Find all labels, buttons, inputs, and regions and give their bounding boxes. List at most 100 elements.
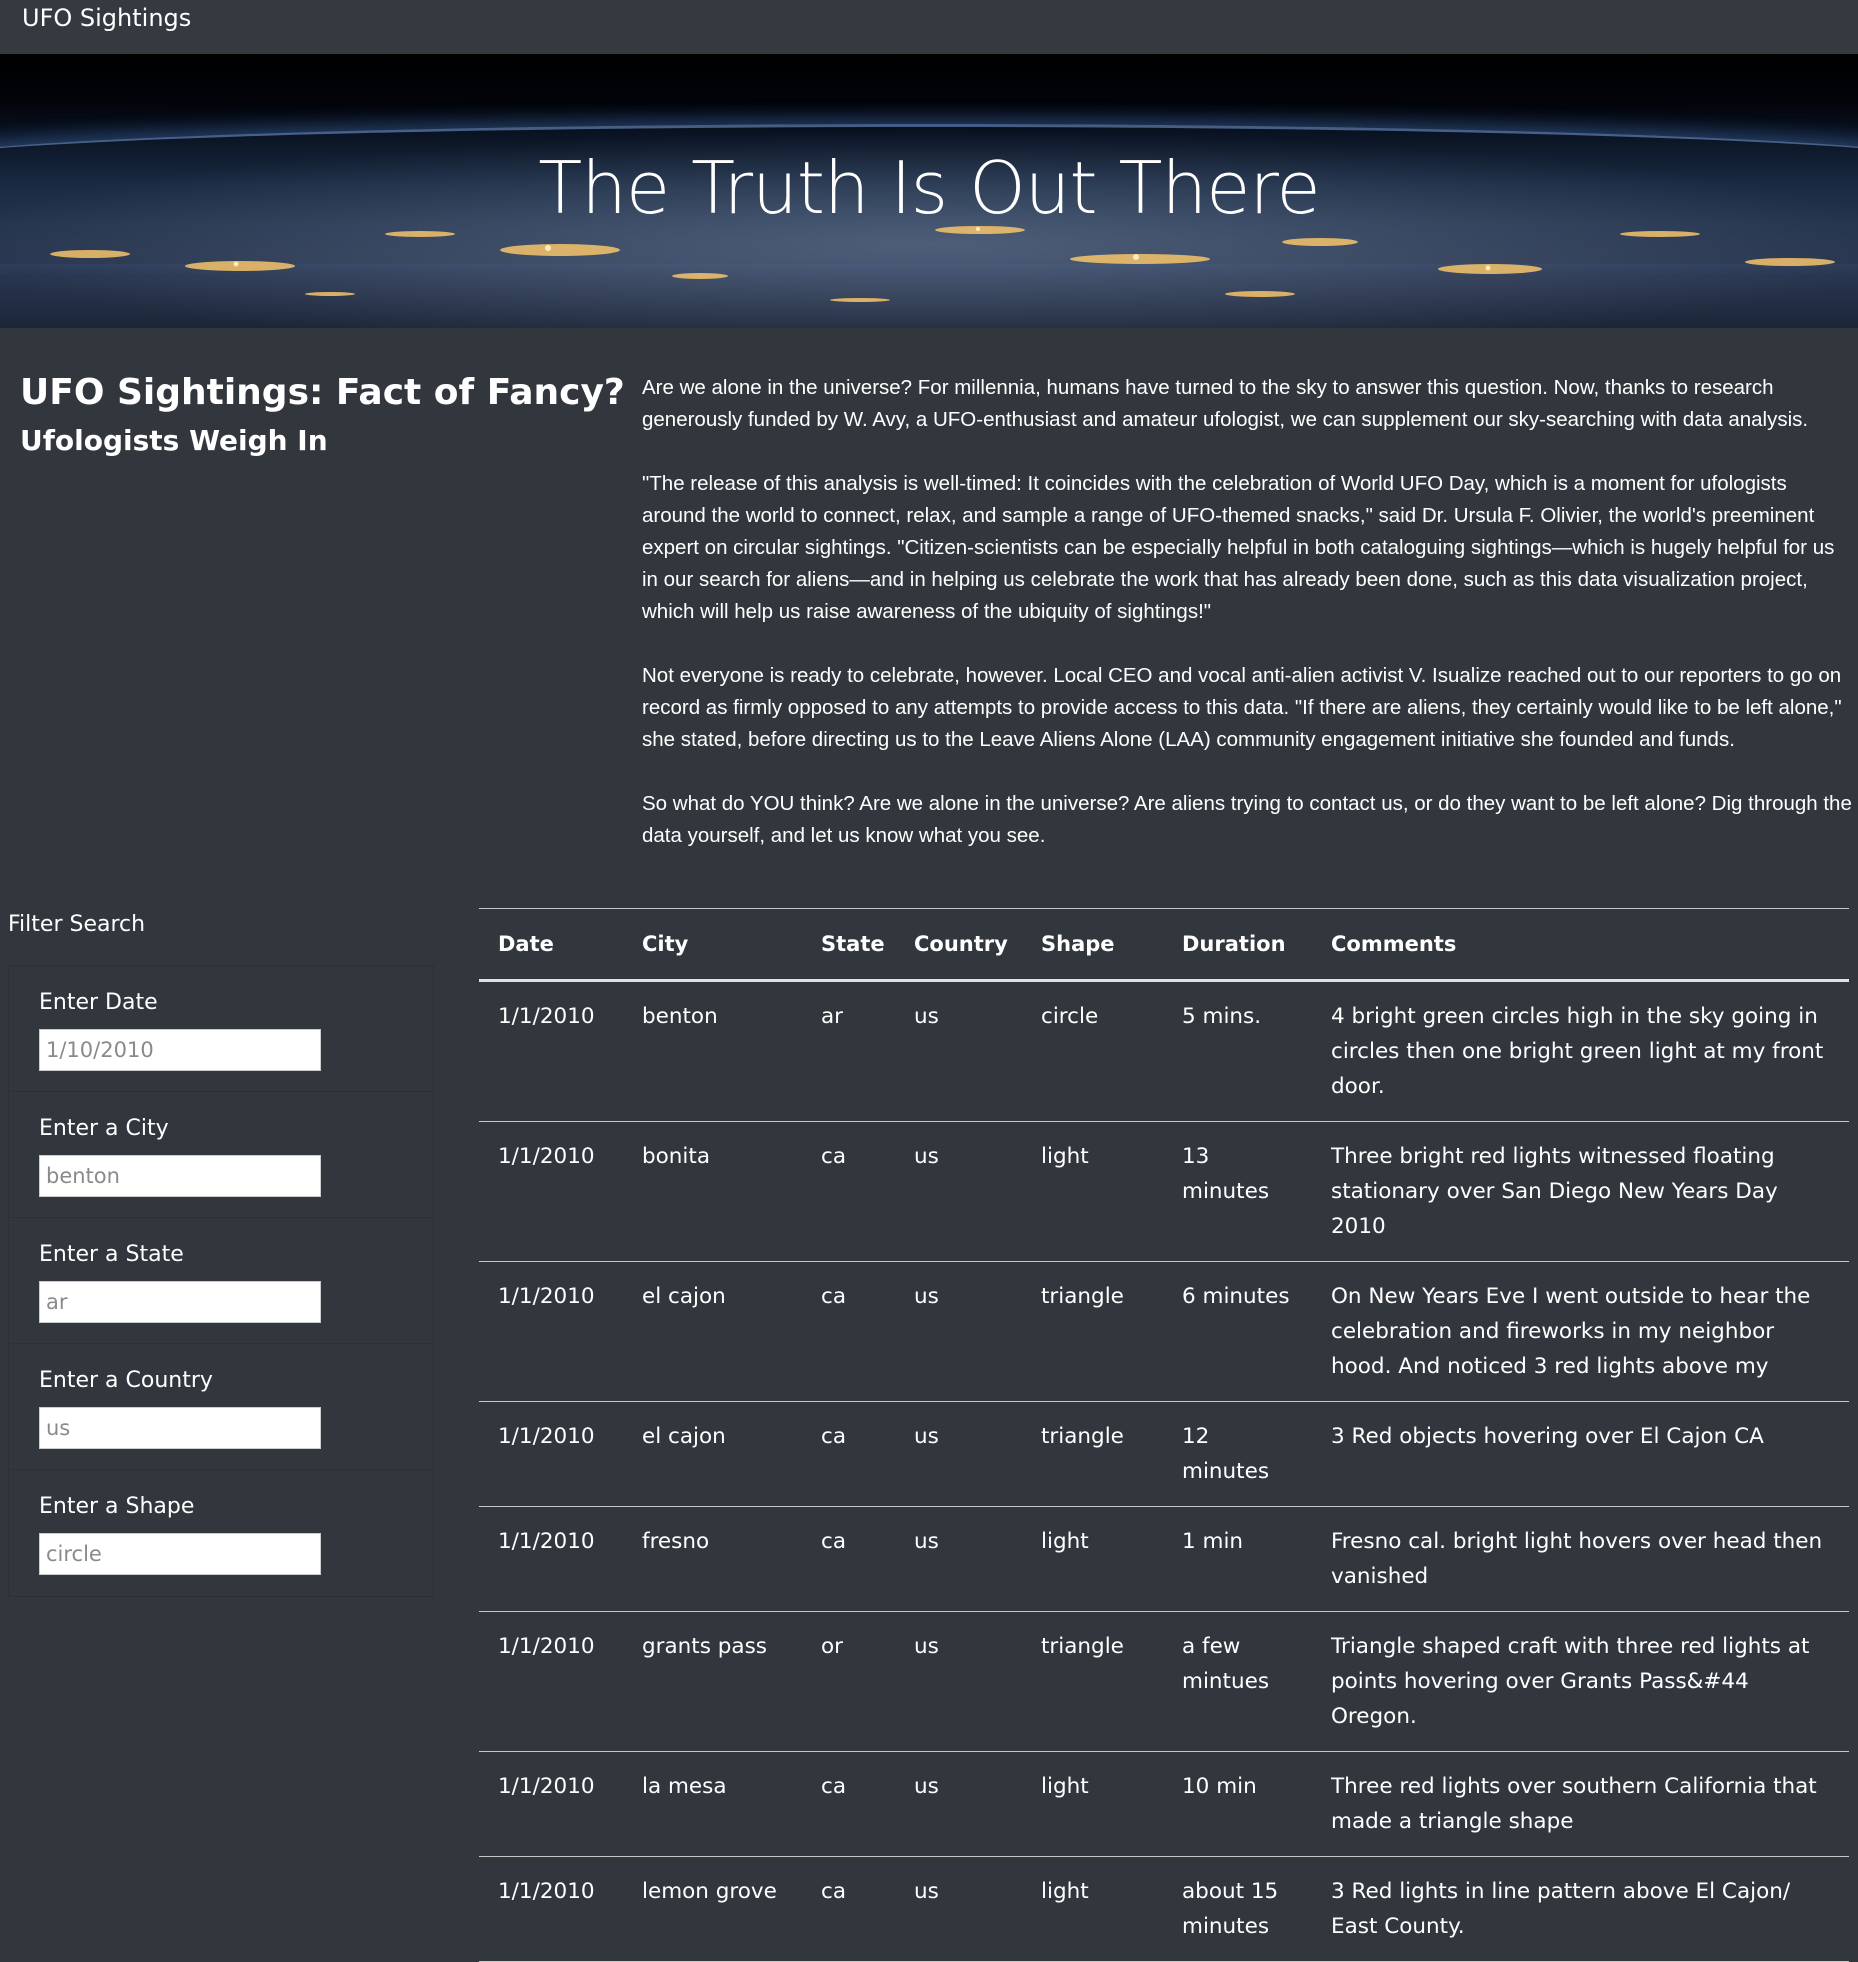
filter-country-label: Enter a Country <box>39 1368 213 1393</box>
comment-text: 3 Red lights in line pattern above El Ca… <box>1331 1879 1791 1939</box>
column-header-shape: Shape <box>1041 932 1115 956</box>
filter-shape-label: Enter a Shape <box>39 1494 195 1519</box>
state-cell: ca <box>821 1529 846 1554</box>
table-row: 1/1/2010 la mesa ca us light 10 min Three red … <box>479 1752 1849 1857</box>
comments-cell: 4 bright green circles high in the sky g… <box>1312 981 1849 1122</box>
city-cell: grants pass <box>642 1634 767 1659</box>
duration-cell: a few mintues <box>1182 1634 1270 1694</box>
date-input[interactable] <box>39 1029 321 1071</box>
article-heading: UFO Sightings: Fact of Fancy? <box>20 372 625 413</box>
column-header-duration: Duration <box>1182 932 1286 956</box>
hero-banner: The Truth Is Out There <box>0 54 1858 328</box>
article-paragraph: "The release of this analysis is well-ti… <box>642 472 1835 623</box>
column-header-date: Date <box>498 932 554 956</box>
comment-text: 4 bright green circles high in the sky g… <box>1331 1004 1824 1099</box>
shape-cell: light <box>1041 1144 1089 1169</box>
date-cell: 1/1/2010 <box>498 1774 595 1799</box>
shape-cell: light <box>1041 1529 1089 1554</box>
comments-cell: 3 Red objects hovering over El Cajon CA <box>1312 1402 1849 1507</box>
state-cell: or <box>821 1634 843 1659</box>
brand-link[interactable]: UFO Sightings <box>22 4 191 32</box>
article-paragraph: So what do YOU think? Are we alone in th… <box>642 792 1852 847</box>
column-header-city: City <box>642 932 689 956</box>
filter-country-group: Enter a Country <box>9 1344 433 1470</box>
country-cell: us <box>914 1774 939 1799</box>
country-cell: us <box>914 1144 939 1169</box>
state-cell: ca <box>821 1424 846 1449</box>
comment-text: Three bright red lights witnessed floati… <box>1331 1144 1778 1239</box>
article-paragraph: Not everyone is ready to celebrate, howe… <box>642 664 1842 751</box>
sightings-table-wrapper: Date City State Country Shape Duration C… <box>479 908 1849 1962</box>
table-body: 1/1/2010 benton ar us circle 5 mins. 4 bright … <box>479 981 1849 1962</box>
article-subheading: Ufologists Weigh In <box>20 424 328 457</box>
duration-cell: 1 min <box>1182 1529 1244 1554</box>
city-cell: el cajon <box>642 1424 726 1449</box>
city-input[interactable] <box>39 1155 321 1197</box>
state-cell: ca <box>821 1284 846 1309</box>
date-cell: 1/1/2010 <box>498 1529 595 1554</box>
duration-cell: 13 minutes <box>1182 1144 1270 1204</box>
city-cell: fresno <box>642 1529 710 1554</box>
shape-cell: light <box>1041 1879 1089 1904</box>
country-cell: us <box>914 1424 939 1449</box>
table-row: 1/1/2010 el cajon ca us triangle 6 minutes On … <box>479 1262 1849 1402</box>
sightings-table: Date City State Country Shape Duration C… <box>479 908 1849 1962</box>
shape-cell: light <box>1041 1774 1089 1799</box>
table-row: 1/1/2010 fresno ca us light 1 min Fresno cal. … <box>479 1507 1849 1612</box>
table-row: 1/1/2010 bonita ca us light 13 minutes Three b… <box>479 1122 1849 1262</box>
article-paragraph: Are we alone in the universe? For millen… <box>642 376 1809 431</box>
duration-cell: about 15 minutes <box>1182 1879 1279 1939</box>
comments-cell: 3 Red lights in line pattern above El Ca… <box>1312 1857 1849 1962</box>
state-cell: ar <box>821 1004 844 1029</box>
country-cell: us <box>914 1634 939 1659</box>
date-cell: 1/1/2010 <box>498 1004 595 1029</box>
hero-title: The Truth Is Out There <box>538 146 1320 230</box>
country-cell: us <box>914 1529 939 1554</box>
city-cell: el cajon <box>642 1284 726 1309</box>
filter-state-group: Enter a State <box>9 1218 433 1344</box>
duration-cell: 6 minutes <box>1182 1284 1290 1309</box>
comments-cell: Triangle shaped craft with three red lig… <box>1312 1612 1849 1752</box>
filter-shape-group: Enter a Shape <box>9 1470 433 1596</box>
city-cell: bonita <box>642 1144 711 1169</box>
shape-input[interactable] <box>39 1533 321 1575</box>
article-body: Are we alone in the universe? For millen… <box>642 372 1852 884</box>
filter-panel: Enter Date Enter a City Enter a State En… <box>8 965 434 1597</box>
state-input[interactable] <box>39 1281 321 1323</box>
shape-cell: circle <box>1041 1004 1099 1029</box>
comment-text: On New Years Eve I went outside to hear … <box>1331 1284 1811 1379</box>
duration-cell: 5 mins. <box>1182 1004 1262 1029</box>
comments-cell: Three bright red lights witnessed floati… <box>1312 1122 1849 1262</box>
country-input[interactable] <box>39 1407 321 1449</box>
shape-cell: triangle <box>1041 1424 1124 1449</box>
state-cell: ca <box>821 1879 846 1904</box>
duration-cell: 12 minutes <box>1182 1424 1270 1484</box>
date-cell: 1/1/2010 <box>498 1634 595 1659</box>
shape-cell: triangle <box>1041 1634 1124 1659</box>
table-row: 1/1/2010 lemon grove ca us light about 15 min… <box>479 1857 1849 1962</box>
navbar: UFO Sightings <box>0 0 1858 54</box>
date-cell: 1/1/2010 <box>498 1144 595 1169</box>
comment-text: Three red lights over southern Californi… <box>1331 1774 1817 1834</box>
filter-city-group: Enter a City <box>9 1092 433 1218</box>
comment-text: Triangle shaped craft with three red lig… <box>1331 1634 1810 1729</box>
filter-city-label: Enter a City <box>39 1116 169 1141</box>
country-cell: us <box>914 1004 939 1029</box>
filter-date-label: Enter Date <box>39 990 158 1015</box>
comments-cell: Three red lights over southern Californi… <box>1312 1752 1849 1857</box>
country-cell: us <box>914 1284 939 1309</box>
table-row: 1/1/2010 benton ar us circle 5 mins. 4 bright … <box>479 981 1849 1122</box>
country-cell: us <box>914 1879 939 1904</box>
city-cell: la mesa <box>642 1774 727 1799</box>
duration-cell: 10 min <box>1182 1774 1257 1799</box>
comment-text: Fresno cal. bright light hovers over hea… <box>1331 1529 1823 1589</box>
table-row: 1/1/2010 el cajon ca us triangle 12 minutes 3 … <box>479 1402 1849 1507</box>
filter-state-label: Enter a State <box>39 1242 184 1267</box>
city-cell: benton <box>642 1004 718 1029</box>
comment-text: 3 Red objects hovering over El Cajon CA <box>1331 1424 1764 1449</box>
column-header-state: State <box>821 932 885 956</box>
date-cell: 1/1/2010 <box>498 1284 595 1309</box>
comments-cell: Fresno cal. bright light hovers over hea… <box>1312 1507 1849 1612</box>
state-cell: ca <box>821 1774 846 1799</box>
city-cell: lemon grove <box>642 1879 777 1904</box>
